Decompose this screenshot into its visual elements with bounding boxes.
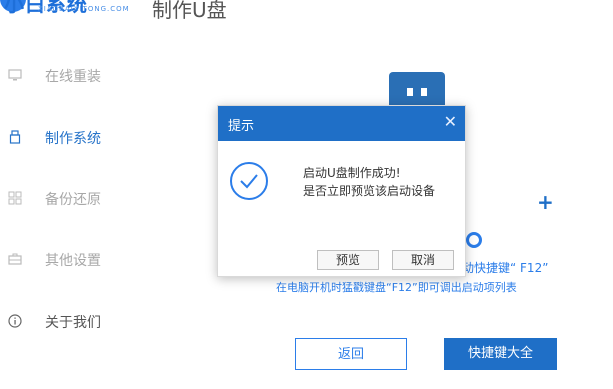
plus-icon: +: [537, 190, 554, 214]
dialog-title: 提示: [228, 119, 255, 134]
app-header: 小白系统 XIAOBAIXITONG.COM 制作U盘: [0, 0, 613, 40]
sidebar-item-make-system[interactable]: 制作系统: [0, 118, 200, 158]
dialog-header: 提示 ✕: [218, 106, 465, 141]
sidebar-item-online-reinstall[interactable]: 在线重装: [0, 56, 200, 96]
back-button[interactable]: 返回: [295, 338, 407, 370]
info-icon: [8, 314, 22, 328]
sidebar-item-label: 在线重装: [45, 69, 101, 85]
dialog-message-line1: 启动U盘制作成功!: [303, 166, 401, 180]
page-title: 制作U盘: [152, 0, 227, 22]
sidebar-item-backup-restore[interactable]: 备份还原: [0, 179, 200, 219]
hotkey-list-button[interactable]: 快捷键大全: [444, 338, 557, 370]
prompt-dialog: 提示 ✕ 启动U盘制作成功! 是否立即预览该启动设备 预览 取消: [217, 105, 466, 277]
logo-subtitle: XIAOBAIXITONG.COM: [38, 5, 130, 13]
check-circle-icon: [230, 162, 268, 200]
preview-button[interactable]: 预览: [317, 250, 379, 270]
cancel-button[interactable]: 取消: [392, 250, 454, 270]
sidebar-item-label: 其他设置: [45, 253, 101, 269]
sidebar-item-label: 关于我们: [45, 315, 101, 331]
hotkey-hint-text: 动快捷键“ F12”: [462, 261, 549, 275]
sidebar-item-label: 制作系统: [45, 131, 101, 147]
backup-grid-icon: [8, 191, 22, 205]
sidebar-item-other-settings[interactable]: 其他设置: [0, 240, 200, 280]
close-icon[interactable]: ✕: [444, 112, 457, 131]
monitor-icon: [8, 68, 22, 82]
boot-hint-text: 在电脑开机时猛戳键盘“F12”即可调出启动项列表: [276, 281, 517, 294]
toolbox-icon: [8, 252, 22, 266]
circle-icon: [466, 232, 482, 248]
sidebar-item-label: 备份还原: [45, 192, 101, 208]
usb-drive-icon: [8, 130, 22, 144]
sidebar-item-about-us[interactable]: 关于我们: [0, 302, 200, 342]
dialog-message-line2: 是否立即预览该启动设备: [303, 184, 436, 198]
